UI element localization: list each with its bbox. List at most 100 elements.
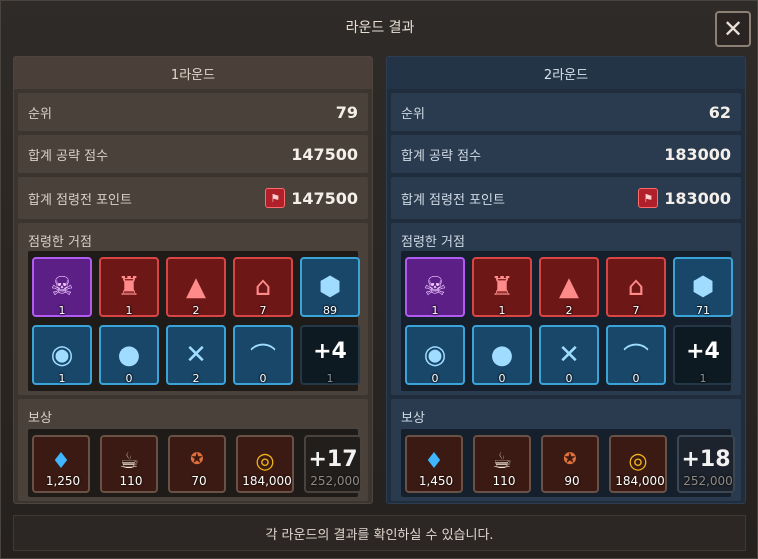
conquest-points-row: 합계 점령전 포인트 ⚑ 183000: [391, 177, 741, 219]
gold-coin-icon[interactable]: ◎ 184,000: [609, 435, 667, 493]
conquest-points-label: 합계 점령전 포인트: [28, 192, 132, 208]
reward-amount: 252,000: [683, 474, 733, 488]
blue-flag-hexagon-icon[interactable]: ⬢ 89: [300, 257, 360, 317]
more-bases-plus: +4: [686, 338, 720, 364]
rewards-section: 보상 ♦ 1,450 ☕ 110 ✪ 90 ◎ 184,000 +18 252,000: [391, 399, 741, 501]
conquest-points-row: 합계 점령전 포인트 ⚑ 147500: [18, 177, 368, 219]
attack-score-label: 합계 공략 점수: [401, 148, 482, 164]
rank-label: 순위: [401, 106, 425, 122]
rank-row: 순위 79: [18, 93, 368, 131]
conquest-points-label: 합계 점령전 포인트: [401, 192, 505, 208]
conquest-points-value: 183000: [664, 188, 731, 208]
conquered-bases-label: 점령한 거점: [401, 235, 465, 250]
rank-label: 순위: [28, 106, 52, 122]
satellite-dish-icon[interactable]: ⌒ 0: [233, 325, 293, 385]
round-2-title: 2라운드: [387, 57, 745, 89]
rank-value: 79: [335, 102, 358, 122]
footer-message: 각 라운드의 결과를 확인하실 수 있습니다.: [13, 515, 746, 551]
red-rocket-icon[interactable]: ▲ 2: [166, 257, 226, 317]
base-count: 89: [323, 304, 337, 317]
crossed-axes-icon[interactable]: ✕ 0: [539, 325, 599, 385]
reward-amount: 184,000: [615, 474, 665, 488]
rewards-grid: ♦ 1,250 ☕ 110 ✪ 70 ◎ 184,000 +17 252,000: [28, 429, 362, 497]
medal-icon[interactable]: ✪ 90: [541, 435, 599, 493]
attack-score-value: 147500: [291, 144, 358, 164]
base-count: 1: [326, 372, 334, 385]
reward-amount: 110: [492, 474, 516, 488]
bases-grid: ☠ 1 ♜ 1 ▲ 2 ⌂ 7 ⬢ 71 ◉ 0 ● 0 ✕ 0 ⌒ 0 +4 1: [401, 251, 733, 391]
base-count: 2: [192, 372, 200, 385]
blue-flag-hexagon-icon[interactable]: ⬢ 71: [673, 257, 733, 317]
rewards-label: 보상: [401, 411, 425, 426]
base-count: 1: [699, 372, 707, 385]
red-rocket-icon[interactable]: ▲ 2: [539, 257, 599, 317]
conquest-point-icon: ⚑: [265, 188, 286, 208]
bases-grid: ☠ 1 ♜ 1 ▲ 2 ⌂ 7 ⬢ 89 ◉ 1 ● 0 ✕ 2 ⌒ 0 +4 1: [28, 251, 360, 391]
base-count: 2: [192, 304, 200, 317]
base-count: 0: [125, 372, 133, 385]
reward-amount: 110: [119, 474, 143, 488]
reward-amount: 1,250: [45, 474, 81, 488]
purple-demon-icon[interactable]: ☠ 1: [32, 257, 92, 317]
more-bases-icon[interactable]: +4 1: [300, 325, 360, 385]
coffee-cup-icon[interactable]: ☕ 110: [473, 435, 531, 493]
base-count: 0: [498, 372, 506, 385]
purple-demon-icon[interactable]: ☠ 1: [405, 257, 465, 317]
reward-amount: 1,450: [418, 474, 454, 488]
conquered-bases-label: 점령한 거점: [28, 235, 92, 250]
round-result-window: 라운드 결과 ✕ 1라운드 순위 79 합계 공략 점수 147500 합계 점…: [0, 0, 758, 559]
conquered-bases-section: 점령한 거점 ☠ 1 ♜ 1 ▲ 2 ⌂ 7 ⬢ 89 ◉ 1 ● 0 ✕ 2 ⌒ 0 +4 1: [18, 223, 368, 395]
attack-score-row: 합계 공략 점수 183000: [391, 135, 741, 173]
reward-amount: 252,000: [310, 474, 360, 488]
more-rewards-plus: +18: [681, 447, 731, 472]
reward-amount: 90: [564, 474, 580, 488]
bomb-icon[interactable]: ● 0: [99, 325, 159, 385]
satellite-dish-icon[interactable]: ⌒ 0: [606, 325, 666, 385]
cannon-icon[interactable]: ◉ 1: [32, 325, 92, 385]
round-2-panel: 2라운드 순위 62 합계 공략 점수 183000 합계 점령전 포인트 ⚑ …: [386, 56, 746, 504]
more-rewards-icon[interactable]: +17 252,000: [304, 435, 362, 493]
base-count: 1: [58, 372, 66, 385]
base-count: 1: [498, 304, 506, 317]
window-title: 라운드 결과: [345, 20, 415, 36]
rank-value: 62: [708, 102, 731, 122]
red-demon-fortress-icon[interactable]: ♜ 1: [99, 257, 159, 317]
close-icon: ✕: [722, 15, 744, 43]
base-count: 0: [632, 372, 640, 385]
base-count: 1: [125, 304, 133, 317]
reward-amount: 70: [191, 474, 207, 488]
base-count: 1: [431, 304, 439, 317]
more-rewards-icon[interactable]: +18 252,000: [677, 435, 735, 493]
base-count: 2: [565, 304, 573, 317]
base-count: 7: [259, 304, 267, 317]
red-demon-fortress-icon[interactable]: ♜ 1: [472, 257, 532, 317]
medal-icon[interactable]: ✪ 70: [168, 435, 226, 493]
attack-score-row: 합계 공략 점수 147500: [18, 135, 368, 173]
rank-row: 순위 62: [391, 93, 741, 131]
conquest-points-value: 147500: [291, 188, 358, 208]
red-flag-building-icon[interactable]: ⌂ 7: [233, 257, 293, 317]
reward-amount: 184,000: [242, 474, 292, 488]
base-count: 0: [565, 372, 573, 385]
gold-coin-icon[interactable]: ◎ 184,000: [236, 435, 294, 493]
rewards-label: 보상: [28, 411, 52, 426]
close-button[interactable]: ✕: [715, 11, 751, 47]
attack-score-value: 183000: [664, 144, 731, 164]
bomb-icon[interactable]: ● 0: [472, 325, 532, 385]
rewards-grid: ♦ 1,450 ☕ 110 ✪ 90 ◎ 184,000 +18 252,000: [401, 429, 735, 497]
red-flag-building-icon[interactable]: ⌂ 7: [606, 257, 666, 317]
diamond-icon[interactable]: ♦ 1,250: [32, 435, 90, 493]
more-bases-icon[interactable]: +4 1: [673, 325, 733, 385]
conquered-bases-section: 점령한 거점 ☠ 1 ♜ 1 ▲ 2 ⌂ 7 ⬢ 71 ◉ 0 ● 0 ✕ 0 ⌒ 0 +4 1: [391, 223, 741, 395]
base-count: 0: [259, 372, 267, 385]
cannon-icon[interactable]: ◉ 0: [405, 325, 465, 385]
coffee-cup-icon[interactable]: ☕ 110: [100, 435, 158, 493]
round-1-title: 1라운드: [14, 57, 372, 89]
more-rewards-plus: +17: [308, 447, 358, 472]
base-count: 1: [58, 304, 66, 317]
rewards-section: 보상 ♦ 1,250 ☕ 110 ✪ 70 ◎ 184,000 +17 252,000: [18, 399, 368, 501]
diamond-icon[interactable]: ♦ 1,450: [405, 435, 463, 493]
attack-score-label: 합계 공략 점수: [28, 148, 109, 164]
conquest-point-icon: ⚑: [638, 188, 659, 208]
crossed-axes-icon[interactable]: ✕ 2: [166, 325, 226, 385]
